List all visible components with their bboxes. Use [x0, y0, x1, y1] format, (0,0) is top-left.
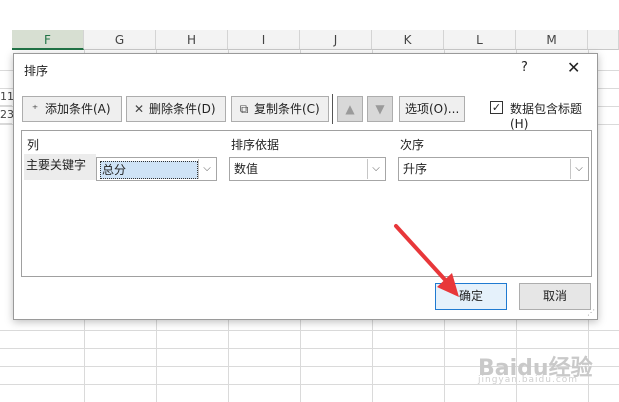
annotation-arrow-icon [394, 224, 459, 297]
